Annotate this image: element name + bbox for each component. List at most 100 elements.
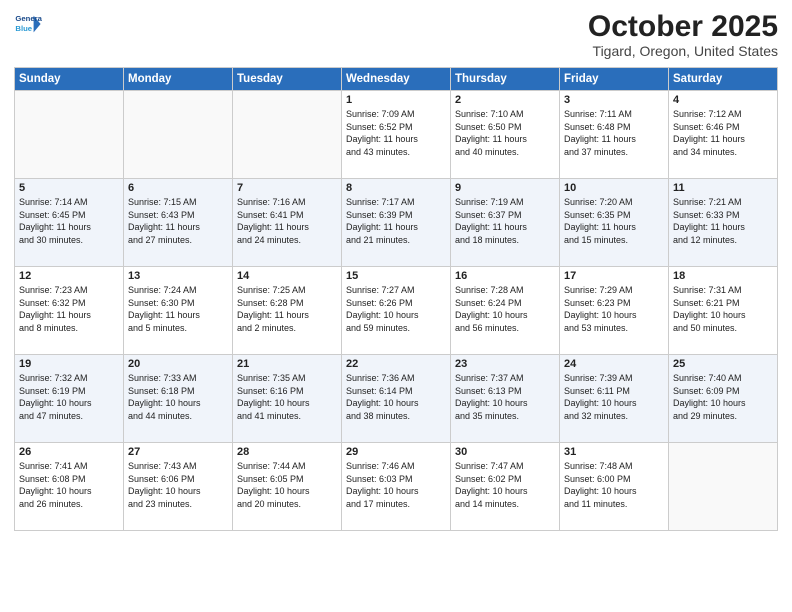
day-number: 25 (673, 358, 773, 370)
day-cell: 25 Sunrise: 7:40 AM Sunset: 6:09 PM Dayli… (669, 355, 778, 443)
col-header-monday: Monday (124, 68, 233, 91)
day-cell: 3Sunrise: 7:11 AM Sunset: 6:48 PM Daylig… (560, 91, 669, 179)
day-info: Sunrise: 7:28 AM Sunset: 6:24 PM Dayligh… (455, 284, 555, 334)
day-cell: 2 Sunrise: 7:10 AM Sunset: 6:50 PM Daylig… (451, 91, 560, 179)
day-info: Sunrise: 7:32 AM Sunset: 6:19 PM Dayligh… (19, 372, 119, 422)
day-cell: 9 Sunrise: 7:19 AM Sunset: 6:37 PM Daylig… (451, 179, 560, 267)
day-number: 28 (237, 446, 337, 458)
day-info: Sunrise: 7:15 AM Sunset: 6:43 PM Dayligh… (128, 196, 228, 246)
day-info: Sunrise: 7:33 AM Sunset: 6:18 PM Dayligh… (128, 372, 228, 422)
day-number: 9 (455, 182, 555, 194)
day-cell: 30Sunrise: 7:47 AM Sunset: 6:02 PM Dayli… (451, 443, 560, 531)
col-header-thursday: Thursday (451, 68, 560, 91)
day-info: Sunrise: 7:12 AM Sunset: 6:46 PM Dayligh… (673, 108, 773, 158)
week-row-3: 12 Sunrise: 7:23 AM Sunset: 6:32 PM Dayli… (15, 267, 778, 355)
day-cell: 7Sunrise: 7:16 AM Sunset: 6:41 PM Daylig… (233, 179, 342, 267)
day-cell: 15 Sunrise: 7:27 AM Sunset: 6:26 PM Dayli… (342, 267, 451, 355)
day-cell: 14 Sunrise: 7:25 AM Sunset: 6:28 PM Dayli… (233, 267, 342, 355)
week-row-5: 26 Sunrise: 7:41 AM Sunset: 6:08 PM Dayli… (15, 443, 778, 531)
day-cell: 20 Sunrise: 7:33 AM Sunset: 6:18 PM Dayli… (124, 355, 233, 443)
day-info: Sunrise: 7:23 AM Sunset: 6:32 PM Dayligh… (19, 284, 119, 334)
day-cell: 16 Sunrise: 7:28 AM Sunset: 6:24 PM Dayli… (451, 267, 560, 355)
day-number: 7 (237, 182, 337, 194)
day-number: 15 (346, 270, 446, 282)
header: General Blue October 2025 Tigard, Oregon… (14, 10, 778, 59)
day-info: Sunrise: 7:21 AM Sunset: 6:33 PM Dayligh… (673, 196, 773, 246)
day-info: Sunrise: 7:17 AM Sunset: 6:39 PM Dayligh… (346, 196, 446, 246)
day-info: Sunrise: 7:44 AM Sunset: 6:05 PM Dayligh… (237, 460, 337, 510)
title-block: October 2025 Tigard, Oregon, United Stat… (588, 10, 778, 59)
col-header-sunday: Sunday (15, 68, 124, 91)
day-info: Sunrise: 7:36 AM Sunset: 6:14 PM Dayligh… (346, 372, 446, 422)
calendar-table: SundayMondayTuesdayWednesdayThursdayFrid… (14, 67, 778, 531)
day-number: 22 (346, 358, 446, 370)
svg-text:Blue: Blue (15, 24, 32, 33)
day-info: Sunrise: 7:10 AM Sunset: 6:50 PM Dayligh… (455, 108, 555, 158)
day-cell (669, 443, 778, 531)
day-number: 26 (19, 446, 119, 458)
logo-icon: General Blue (14, 10, 42, 38)
day-number: 13 (128, 270, 228, 282)
day-info: Sunrise: 7:27 AM Sunset: 6:26 PM Dayligh… (346, 284, 446, 334)
day-cell: 31Sunrise: 7:48 AM Sunset: 6:00 PM Dayli… (560, 443, 669, 531)
col-header-saturday: Saturday (669, 68, 778, 91)
location: Tigard, Oregon, United States (588, 43, 778, 59)
day-cell: 8 Sunrise: 7:17 AM Sunset: 6:39 PM Daylig… (342, 179, 451, 267)
day-info: Sunrise: 7:48 AM Sunset: 6:00 PM Dayligh… (564, 460, 664, 510)
day-cell: 13 Sunrise: 7:24 AM Sunset: 6:30 PM Dayli… (124, 267, 233, 355)
week-row-2: 5 Sunrise: 7:14 AM Sunset: 6:45 PM Daylig… (15, 179, 778, 267)
day-info: Sunrise: 7:19 AM Sunset: 6:37 PM Dayligh… (455, 196, 555, 246)
day-cell: 23 Sunrise: 7:37 AM Sunset: 6:13 PM Dayli… (451, 355, 560, 443)
day-cell: 5 Sunrise: 7:14 AM Sunset: 6:45 PM Daylig… (15, 179, 124, 267)
page: General Blue October 2025 Tigard, Oregon… (0, 0, 792, 612)
day-number: 5 (19, 182, 119, 194)
day-cell: 6Sunrise: 7:15 AM Sunset: 6:43 PM Daylig… (124, 179, 233, 267)
month-title: October 2025 (588, 10, 778, 43)
day-info: Sunrise: 7:37 AM Sunset: 6:13 PM Dayligh… (455, 372, 555, 422)
day-number: 16 (455, 270, 555, 282)
day-cell (124, 91, 233, 179)
day-cell: 11Sunrise: 7:21 AM Sunset: 6:33 PM Dayli… (669, 179, 778, 267)
day-cell: 19Sunrise: 7:32 AM Sunset: 6:19 PM Dayli… (15, 355, 124, 443)
day-number: 24 (564, 358, 664, 370)
day-cell: 26 Sunrise: 7:41 AM Sunset: 6:08 PM Dayli… (15, 443, 124, 531)
logo: General Blue (14, 10, 42, 38)
day-number: 8 (346, 182, 446, 194)
header-row: SundayMondayTuesdayWednesdayThursdayFrid… (15, 68, 778, 91)
day-info: Sunrise: 7:24 AM Sunset: 6:30 PM Dayligh… (128, 284, 228, 334)
col-header-wednesday: Wednesday (342, 68, 451, 91)
day-number: 29 (346, 446, 446, 458)
day-cell (233, 91, 342, 179)
day-info: Sunrise: 7:29 AM Sunset: 6:23 PM Dayligh… (564, 284, 664, 334)
day-number: 20 (128, 358, 228, 370)
day-cell: 22 Sunrise: 7:36 AM Sunset: 6:14 PM Dayli… (342, 355, 451, 443)
day-cell: 27Sunrise: 7:43 AM Sunset: 6:06 PM Dayli… (124, 443, 233, 531)
day-cell: 10 Sunrise: 7:20 AM Sunset: 6:35 PM Dayli… (560, 179, 669, 267)
day-info: Sunrise: 7:25 AM Sunset: 6:28 PM Dayligh… (237, 284, 337, 334)
svg-text:General: General (15, 14, 42, 23)
day-number: 1 (346, 94, 446, 106)
day-info: Sunrise: 7:41 AM Sunset: 6:08 PM Dayligh… (19, 460, 119, 510)
day-number: 4 (673, 94, 773, 106)
day-info: Sunrise: 7:47 AM Sunset: 6:02 PM Dayligh… (455, 460, 555, 510)
col-header-friday: Friday (560, 68, 669, 91)
col-header-tuesday: Tuesday (233, 68, 342, 91)
day-cell: 28 Sunrise: 7:44 AM Sunset: 6:05 PM Dayli… (233, 443, 342, 531)
day-info: Sunrise: 7:20 AM Sunset: 6:35 PM Dayligh… (564, 196, 664, 246)
day-number: 12 (19, 270, 119, 282)
day-number: 23 (455, 358, 555, 370)
day-cell: 29Sunrise: 7:46 AM Sunset: 6:03 PM Dayli… (342, 443, 451, 531)
week-row-4: 19Sunrise: 7:32 AM Sunset: 6:19 PM Dayli… (15, 355, 778, 443)
day-number: 21 (237, 358, 337, 370)
day-cell: 12 Sunrise: 7:23 AM Sunset: 6:32 PM Dayli… (15, 267, 124, 355)
day-number: 14 (237, 270, 337, 282)
day-number: 27 (128, 446, 228, 458)
day-cell: 17Sunrise: 7:29 AM Sunset: 6:23 PM Dayli… (560, 267, 669, 355)
day-info: Sunrise: 7:40 AM Sunset: 6:09 PM Dayligh… (673, 372, 773, 422)
day-number: 10 (564, 182, 664, 194)
day-number: 18 (673, 270, 773, 282)
day-cell: 21Sunrise: 7:35 AM Sunset: 6:16 PM Dayli… (233, 355, 342, 443)
day-info: Sunrise: 7:31 AM Sunset: 6:21 PM Dayligh… (673, 284, 773, 334)
day-info: Sunrise: 7:14 AM Sunset: 6:45 PM Dayligh… (19, 196, 119, 246)
day-number: 2 (455, 94, 555, 106)
